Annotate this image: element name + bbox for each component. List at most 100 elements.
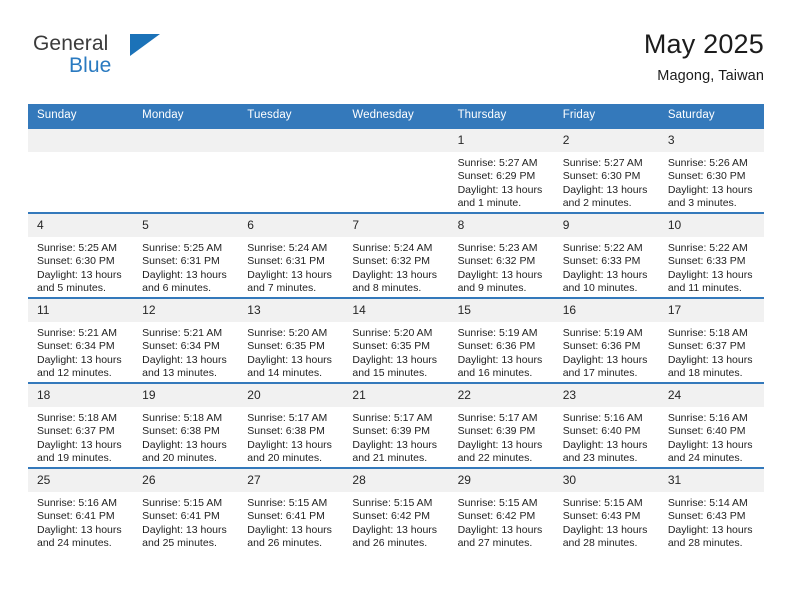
sunset-text: Sunset: 6:36 PM bbox=[562, 340, 641, 353]
calendar-day-cell[interactable]: 16 Sunrise: 5:19 AM Sunset: 6:36 PM Dayligh… bbox=[553, 297, 659, 383]
calendar-day-cell[interactable]: 24 Sunrise: 5:16 AM Sunset: 6:40 PM Dayligh… bbox=[658, 382, 764, 468]
day-details: Sunrise: 5:16 AM Sunset: 6:40 PM Daylight:… bbox=[659, 407, 764, 466]
sunrise-text: Sunrise: 5:27 AM bbox=[562, 157, 643, 169]
sunrise-text: Sunrise: 5:17 AM bbox=[352, 412, 433, 424]
sunset-text: Sunset: 6:30 PM bbox=[37, 255, 115, 268]
calendar-cell-empty bbox=[28, 127, 134, 213]
sunset-text: Sunset: 6:31 PM bbox=[142, 255, 220, 268]
day-number: 3 bbox=[658, 129, 764, 152]
calendar-day-cell[interactable]: 26 Sunrise: 5:15 AM Sunset: 6:41 PM Dayligh… bbox=[133, 467, 239, 552]
calendar-day-cell[interactable]: 2 Sunrise: 5:27 AM Sunset: 6:30 PM Daylight… bbox=[553, 127, 659, 213]
sunset-text: Sunset: 6:40 PM bbox=[667, 425, 746, 438]
sunset-text: Sunset: 6:34 PM bbox=[142, 340, 220, 353]
day-details: Sunrise: 5:17 AM Sunset: 6:39 PM Daylight:… bbox=[449, 407, 554, 466]
day-details: Sunrise: 5:26 AM Sunset: 6:30 PM Daylight:… bbox=[659, 152, 764, 211]
sunset-text: Sunset: 6:38 PM bbox=[142, 425, 220, 438]
day-number: 8 bbox=[448, 214, 554, 237]
sunrise-text: Sunrise: 5:26 AM bbox=[667, 157, 748, 169]
calendar-day-cell[interactable]: 22 Sunrise: 5:17 AM Sunset: 6:39 PM Dayligh… bbox=[448, 382, 554, 468]
calendar-day-cell[interactable]: 29 Sunrise: 5:15 AM Sunset: 6:42 PM Dayligh… bbox=[448, 467, 554, 552]
sunset-text: Sunset: 6:37 PM bbox=[667, 340, 746, 353]
day-details: Sunrise: 5:16 AM Sunset: 6:40 PM Daylight:… bbox=[554, 407, 659, 466]
calendar-day-cell[interactable]: 20 Sunrise: 5:17 AM Sunset: 6:38 PM Dayligh… bbox=[238, 382, 344, 468]
day-number: 30 bbox=[553, 469, 659, 492]
calendar-week-row: 1 Sunrise: 5:27 AM Sunset: 6:29 PM Daylight… bbox=[28, 127, 764, 213]
daylight-text: Daylight: 13 hours and 2 minutes. bbox=[562, 183, 648, 210]
day-details: Sunrise: 5:20 AM Sunset: 6:35 PM Daylight:… bbox=[238, 322, 343, 381]
calendar-day-cell[interactable]: 13 Sunrise: 5:20 AM Sunset: 6:35 PM Dayligh… bbox=[238, 297, 344, 383]
calendar-day-cell[interactable]: 14 Sunrise: 5:20 AM Sunset: 6:35 PM Dayligh… bbox=[343, 297, 449, 383]
day-details: Sunrise: 5:24 AM Sunset: 6:32 PM Daylight:… bbox=[343, 237, 448, 296]
day-details: Sunrise: 5:22 AM Sunset: 6:33 PM Daylight:… bbox=[659, 237, 764, 296]
calendar-day-cell[interactable]: 4 Sunrise: 5:25 AM Sunset: 6:30 PM Daylight… bbox=[28, 212, 134, 298]
calendar-day-cell[interactable]: 30 Sunrise: 5:15 AM Sunset: 6:43 PM Dayligh… bbox=[553, 467, 659, 552]
daylight-text: Daylight: 13 hours and 15 minutes. bbox=[352, 353, 438, 380]
calendar-day-cell[interactable]: 7 Sunrise: 5:24 AM Sunset: 6:32 PM Daylight… bbox=[343, 212, 449, 298]
calendar-day-cell[interactable]: 17 Sunrise: 5:18 AM Sunset: 6:37 PM Dayligh… bbox=[658, 297, 764, 383]
calendar-day-cell[interactable]: 18 Sunrise: 5:18 AM Sunset: 6:37 PM Dayligh… bbox=[28, 382, 134, 468]
day-details: Sunrise: 5:14 AM Sunset: 6:43 PM Daylight:… bbox=[659, 492, 764, 551]
day-details: Sunrise: 5:19 AM Sunset: 6:36 PM Daylight:… bbox=[554, 322, 659, 381]
calendar-day-cell[interactable]: 11 Sunrise: 5:21 AM Sunset: 6:34 PM Dayligh… bbox=[28, 297, 134, 383]
day-details: Sunrise: 5:15 AM Sunset: 6:43 PM Daylight:… bbox=[554, 492, 659, 551]
daylight-text: Daylight: 13 hours and 18 minutes. bbox=[667, 353, 753, 380]
daylight-text: Daylight: 13 hours and 22 minutes. bbox=[457, 438, 543, 465]
day-number: 21 bbox=[343, 384, 449, 407]
sunrise-text: Sunrise: 5:24 AM bbox=[352, 242, 433, 254]
calendar-day-cell[interactable]: 5 Sunrise: 5:25 AM Sunset: 6:31 PM Daylight… bbox=[133, 212, 239, 298]
daylight-text: Daylight: 13 hours and 7 minutes. bbox=[247, 268, 332, 295]
calendar-day-cell[interactable]: 12 Sunrise: 5:21 AM Sunset: 6:34 PM Dayligh… bbox=[133, 297, 239, 383]
calendar-day-cell[interactable]: 23 Sunrise: 5:16 AM Sunset: 6:40 PM Dayligh… bbox=[553, 382, 659, 468]
day-number: 19 bbox=[133, 384, 239, 407]
daylight-text: Daylight: 13 hours and 8 minutes. bbox=[352, 268, 438, 295]
day-details: Sunrise: 5:25 AM Sunset: 6:31 PM Daylight:… bbox=[133, 237, 238, 296]
sunrise-text: Sunrise: 5:15 AM bbox=[142, 497, 223, 509]
calendar-page: General Blue May 2025 Magong, Taiwan Sun… bbox=[0, 0, 792, 612]
sunrise-text: Sunrise: 5:15 AM bbox=[457, 497, 538, 509]
calendar-cell-empty bbox=[133, 127, 239, 213]
brand-name-blue: Blue bbox=[69, 54, 112, 77]
sunrise-text: Sunrise: 5:20 AM bbox=[247, 327, 328, 339]
day-number: 12 bbox=[133, 299, 239, 322]
day-details: Sunrise: 5:15 AM Sunset: 6:42 PM Daylight:… bbox=[449, 492, 554, 551]
day-number: 5 bbox=[133, 214, 239, 237]
calendar-day-cell[interactable]: 6 Sunrise: 5:24 AM Sunset: 6:31 PM Daylight… bbox=[238, 212, 344, 298]
calendar-day-cell[interactable]: 3 Sunrise: 5:26 AM Sunset: 6:30 PM Daylight… bbox=[658, 127, 764, 213]
calendar-day-cell[interactable]: 1 Sunrise: 5:27 AM Sunset: 6:29 PM Daylight… bbox=[448, 127, 554, 213]
calendar-day-cell[interactable]: 10 Sunrise: 5:22 AM Sunset: 6:33 PM Dayligh… bbox=[658, 212, 764, 298]
calendar-day-cell[interactable]: 21 Sunrise: 5:17 AM Sunset: 6:39 PM Dayligh… bbox=[343, 382, 449, 468]
day-number: 20 bbox=[238, 384, 344, 407]
calendar-day-cell[interactable]: 8 Sunrise: 5:23 AM Sunset: 6:32 PM Daylight… bbox=[448, 212, 554, 298]
calendar-day-cell[interactable]: 19 Sunrise: 5:18 AM Sunset: 6:38 PM Dayligh… bbox=[133, 382, 239, 468]
calendar-day-cell[interactable]: 25 Sunrise: 5:16 AM Sunset: 6:41 PM Dayligh… bbox=[28, 467, 134, 552]
triangle-flag-icon bbox=[130, 34, 160, 56]
sunset-text: Sunset: 6:35 PM bbox=[247, 340, 325, 353]
calendar-day-cell[interactable]: 31 Sunrise: 5:14 AM Sunset: 6:43 PM Dayligh… bbox=[658, 467, 764, 552]
calendar-day-cell[interactable]: 15 Sunrise: 5:19 AM Sunset: 6:36 PM Dayligh… bbox=[448, 297, 554, 383]
daylight-text: Daylight: 13 hours and 26 minutes. bbox=[352, 523, 438, 550]
daylight-text: Daylight: 13 hours and 5 minutes. bbox=[37, 268, 122, 295]
brand-logo[interactable]: General Blue bbox=[33, 32, 213, 90]
day-number: 25 bbox=[28, 469, 134, 492]
sunrise-text: Sunrise: 5:19 AM bbox=[457, 327, 538, 339]
weekday-header-thursday: Thursday bbox=[448, 104, 554, 128]
sunset-text: Sunset: 6:29 PM bbox=[457, 170, 536, 183]
calendar-day-cell[interactable]: 9 Sunrise: 5:22 AM Sunset: 6:33 PM Daylight… bbox=[553, 212, 659, 298]
day-details: Sunrise: 5:24 AM Sunset: 6:31 PM Daylight:… bbox=[238, 237, 343, 296]
day-number: 31 bbox=[658, 469, 764, 492]
day-details: Sunrise: 5:18 AM Sunset: 6:38 PM Daylight:… bbox=[133, 407, 238, 466]
calendar-cell-empty bbox=[238, 127, 344, 213]
page-header: General Blue May 2025 Magong, Taiwan bbox=[28, 28, 764, 94]
calendar-day-cell[interactable]: 27 Sunrise: 5:15 AM Sunset: 6:41 PM Dayligh… bbox=[238, 467, 344, 552]
weekday-header-sunday: Sunday bbox=[28, 104, 134, 128]
sunrise-text: Sunrise: 5:20 AM bbox=[352, 327, 433, 339]
daylight-text: Daylight: 13 hours and 16 minutes. bbox=[457, 353, 543, 380]
calendar-header-row: Sunday Monday Tuesday Wednesday Thursday… bbox=[28, 104, 764, 128]
sunrise-text: Sunrise: 5:17 AM bbox=[457, 412, 538, 424]
sunset-text: Sunset: 6:33 PM bbox=[667, 255, 746, 268]
page-subtitle-location: Magong, Taiwan bbox=[657, 68, 764, 84]
calendar-grid: Sunday Monday Tuesday Wednesday Thursday… bbox=[28, 104, 764, 552]
sunset-text: Sunset: 6:42 PM bbox=[457, 510, 536, 523]
day-number: 26 bbox=[133, 469, 239, 492]
calendar-day-cell[interactable]: 28 Sunrise: 5:15 AM Sunset: 6:42 PM Dayligh… bbox=[343, 467, 449, 552]
